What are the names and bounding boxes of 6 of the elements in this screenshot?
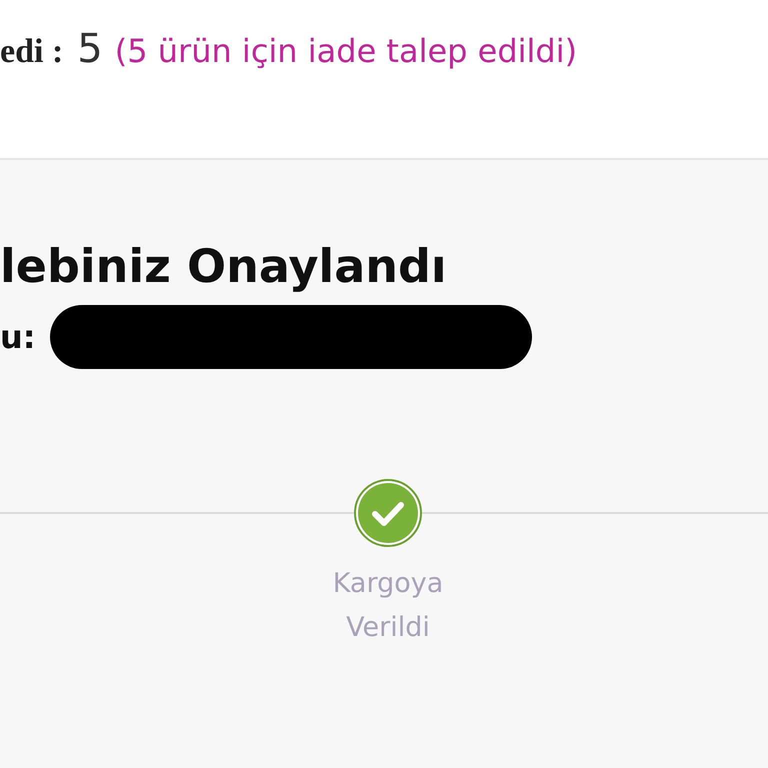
- status-title: lebiniz Onaylandı: [0, 238, 448, 295]
- return-note: (5 ürün için iade talep edildi): [114, 32, 578, 70]
- step-label: Kargoya Verildi: [332, 567, 444, 645]
- summary-label: edi :: [0, 33, 64, 71]
- code-label: u:: [0, 318, 36, 356]
- item-count: 5: [77, 26, 103, 72]
